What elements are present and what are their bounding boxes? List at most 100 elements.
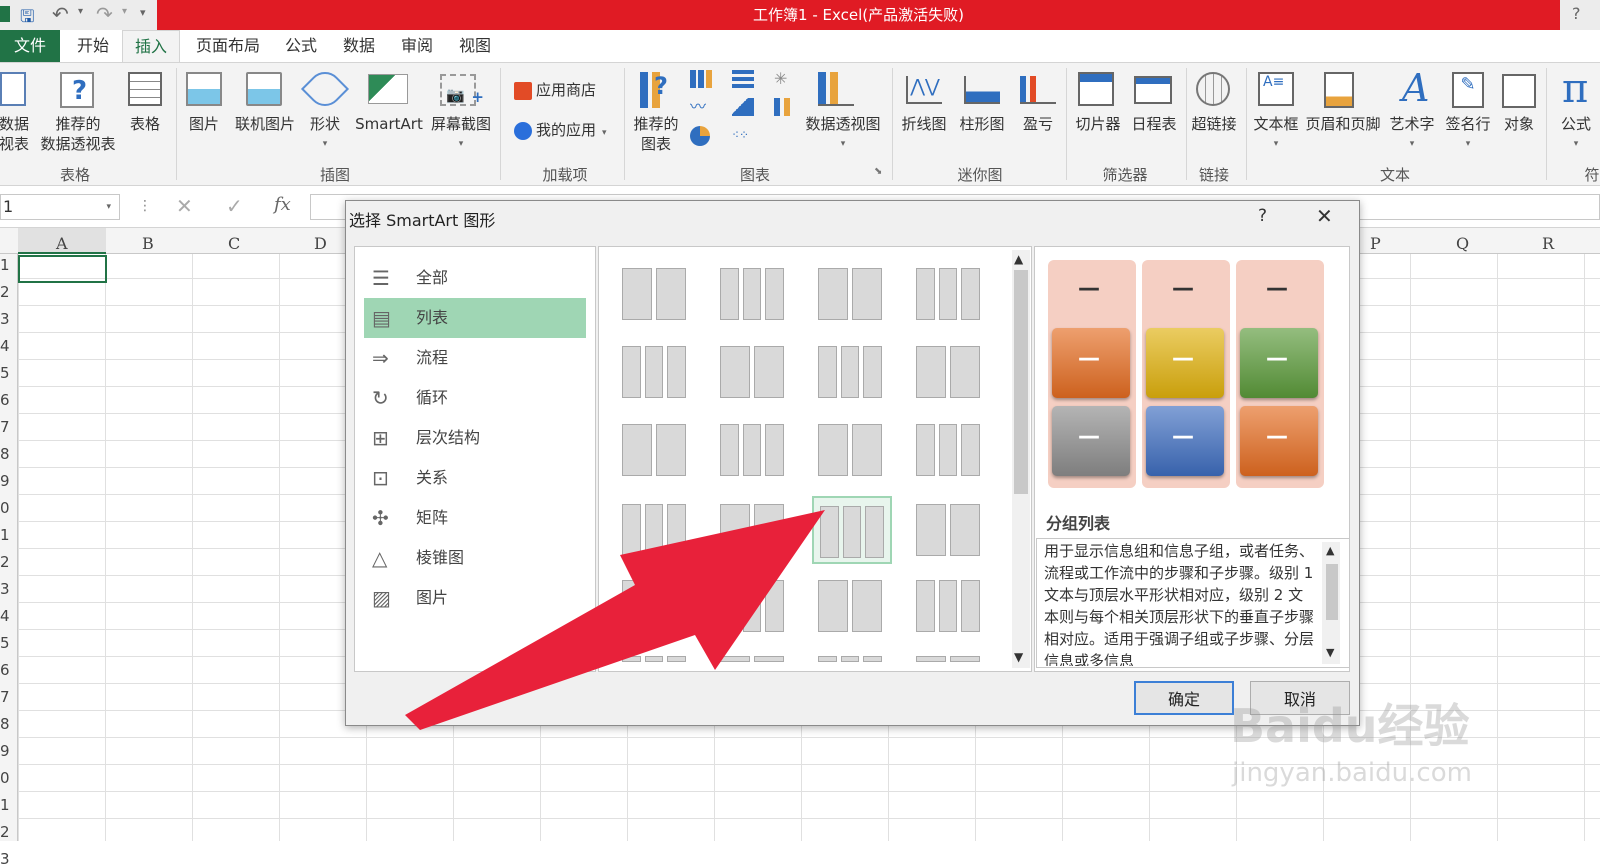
bar-chart-icon[interactable]: [732, 70, 754, 88]
pivot-table-button[interactable]: 数据 视表: [0, 114, 32, 154]
layout-thumbnail[interactable]: [910, 572, 990, 640]
tab-formulas[interactable]: 公式: [276, 30, 326, 62]
slicer-button[interactable]: 切片器: [1070, 114, 1126, 134]
name-box-dropdown-icon[interactable]: ▾: [106, 195, 111, 219]
description-scroll-thumb[interactable]: [1326, 564, 1338, 620]
table-button[interactable]: 表格: [124, 114, 166, 134]
stock-chart-icon[interactable]: [774, 98, 796, 116]
layout-thumbnail[interactable]: [812, 338, 892, 406]
row-header[interactable]: 1: [0, 526, 10, 544]
enter-entry-icon[interactable]: ✓: [226, 194, 243, 218]
object-button[interactable]: 对象: [1496, 114, 1542, 134]
ok-button[interactable]: 确定: [1134, 681, 1234, 715]
sparkline-column-button[interactable]: 柱形图: [954, 114, 1010, 134]
row-header[interactable]: 1: [0, 256, 10, 274]
column-header[interactable]: C: [228, 234, 240, 253]
tab-insert[interactable]: 插入: [122, 30, 180, 62]
row-header[interactable]: 5: [0, 364, 10, 382]
column-header[interactable]: A: [56, 234, 68, 253]
layout-thumbnail[interactable]: [910, 260, 990, 328]
layout-thumbnail[interactable]: [910, 496, 990, 564]
save-icon[interactable]: 🖫: [20, 4, 34, 33]
row-header[interactable]: 3: [0, 850, 10, 868]
gallery-scroll-thumb[interactable]: [1014, 270, 1028, 494]
area-chart-icon[interactable]: [732, 98, 754, 116]
gallery-scroll-up-icon[interactable]: ▲: [1014, 252, 1023, 266]
tab-data[interactable]: 数据: [334, 30, 384, 62]
radar-chart-icon[interactable]: ✳: [774, 70, 796, 88]
row-header[interactable]: 8: [0, 445, 10, 463]
signature-button[interactable]: 签名行 ▾: [1442, 114, 1494, 154]
row-header[interactable]: 0: [0, 499, 10, 517]
charts-dialog-launcher-icon[interactable]: ⬊: [874, 166, 882, 177]
textbox-button[interactable]: 文本框 ▾: [1246, 114, 1306, 154]
undo-icon[interactable]: ↶: [52, 2, 69, 26]
scatter-chart-icon[interactable]: ⁖⁘: [732, 126, 754, 144]
layout-thumbnail[interactable]: [812, 416, 892, 484]
sparkline-line-button[interactable]: 折线图: [896, 114, 952, 134]
column-header[interactable]: R: [1542, 234, 1554, 253]
category-list[interactable]: ▤ 列表: [364, 298, 586, 338]
tab-view[interactable]: 视图: [450, 30, 500, 62]
column-chart-icon[interactable]: [690, 70, 712, 88]
redo-icon[interactable]: ↷: [96, 2, 113, 26]
line-chart-icon[interactable]: 〰: [690, 98, 712, 116]
row-header[interactable]: 2: [0, 283, 10, 301]
layout-thumbnail[interactable]: [616, 338, 696, 406]
cancel-entry-icon[interactable]: ✕: [176, 194, 193, 218]
wordart-button[interactable]: 艺术字 ▾: [1386, 114, 1438, 154]
layout-thumbnail[interactable]: [910, 648, 990, 670]
tab-review[interactable]: 审阅: [392, 30, 442, 62]
category-relationship[interactable]: ⊡ 关系: [364, 458, 586, 498]
layout-thumbnail[interactable]: [616, 260, 696, 328]
row-header[interactable]: 5: [0, 634, 10, 652]
screenshot-button[interactable]: 屏幕截图 ▾: [426, 114, 496, 154]
layout-thumbnail[interactable]: [910, 416, 990, 484]
description-scroll-up-icon[interactable]: ▲: [1326, 544, 1334, 557]
hyperlink-button[interactable]: 超链接: [1186, 114, 1242, 134]
layout-thumbnail[interactable]: [714, 260, 794, 328]
sparkline-winloss-button[interactable]: 盈亏: [1014, 114, 1062, 134]
layout-thumbnail[interactable]: [616, 416, 696, 484]
layout-thumbnail[interactable]: [910, 338, 990, 406]
category-hierarchy[interactable]: ⊞ 层次结构: [364, 418, 586, 458]
undo-dropdown-icon[interactable]: ▾: [78, 6, 83, 17]
description-scroll-down-icon[interactable]: ▼: [1326, 646, 1334, 659]
gallery-scroll-down-icon[interactable]: ▼: [1014, 650, 1023, 664]
row-header[interactable]: 9: [0, 472, 10, 490]
dialog-close-button[interactable]: ✕: [1316, 204, 1333, 228]
smartart-button[interactable]: SmartArt: [352, 114, 426, 134]
category-cycle[interactable]: ↻ 循环: [364, 378, 586, 418]
layout-thumbnail[interactable]: [714, 416, 794, 484]
row-header[interactable]: 8: [0, 715, 10, 733]
layout-thumbnail[interactable]: [714, 338, 794, 406]
row-header[interactable]: 0: [0, 769, 10, 787]
column-header[interactable]: Q: [1456, 234, 1469, 253]
category-all[interactable]: ☰ 全部: [364, 258, 586, 298]
recommended-pivot-button[interactable]: 推荐的 数据透视表: [36, 114, 120, 154]
equation-button[interactable]: 公式 ▾: [1556, 114, 1596, 154]
category-process[interactable]: ⇒ 流程: [364, 338, 586, 378]
column-header[interactable]: P: [1370, 234, 1381, 253]
redo-dropdown-icon[interactable]: ▾: [122, 6, 127, 17]
row-header[interactable]: 2: [0, 823, 10, 841]
row-header[interactable]: 6: [0, 391, 10, 409]
store-button[interactable]: 应用商店: [536, 80, 608, 100]
row-header[interactable]: 7: [0, 418, 10, 436]
pie-chart-icon[interactable]: [690, 126, 710, 146]
dialog-help-button[interactable]: ?: [1258, 206, 1267, 226]
timeline-button[interactable]: 日程表: [1126, 114, 1182, 134]
customize-qat-icon[interactable]: ▾: [140, 6, 146, 19]
tab-page-layout[interactable]: 页面布局: [188, 30, 268, 62]
row-header[interactable]: 3: [0, 580, 10, 598]
recommended-charts-button[interactable]: 推荐的 图表: [626, 114, 686, 154]
row-header[interactable]: 7: [0, 688, 10, 706]
insert-function-button[interactable]: fx: [274, 194, 291, 215]
row-header[interactable]: 9: [0, 742, 10, 760]
layout-thumbnail[interactable]: [812, 260, 892, 328]
tab-home[interactable]: 开始: [68, 30, 118, 62]
row-header[interactable]: 2: [0, 553, 10, 571]
row-header[interactable]: 1: [0, 796, 10, 814]
active-cell[interactable]: [18, 255, 107, 283]
row-header[interactable]: 4: [0, 607, 10, 625]
